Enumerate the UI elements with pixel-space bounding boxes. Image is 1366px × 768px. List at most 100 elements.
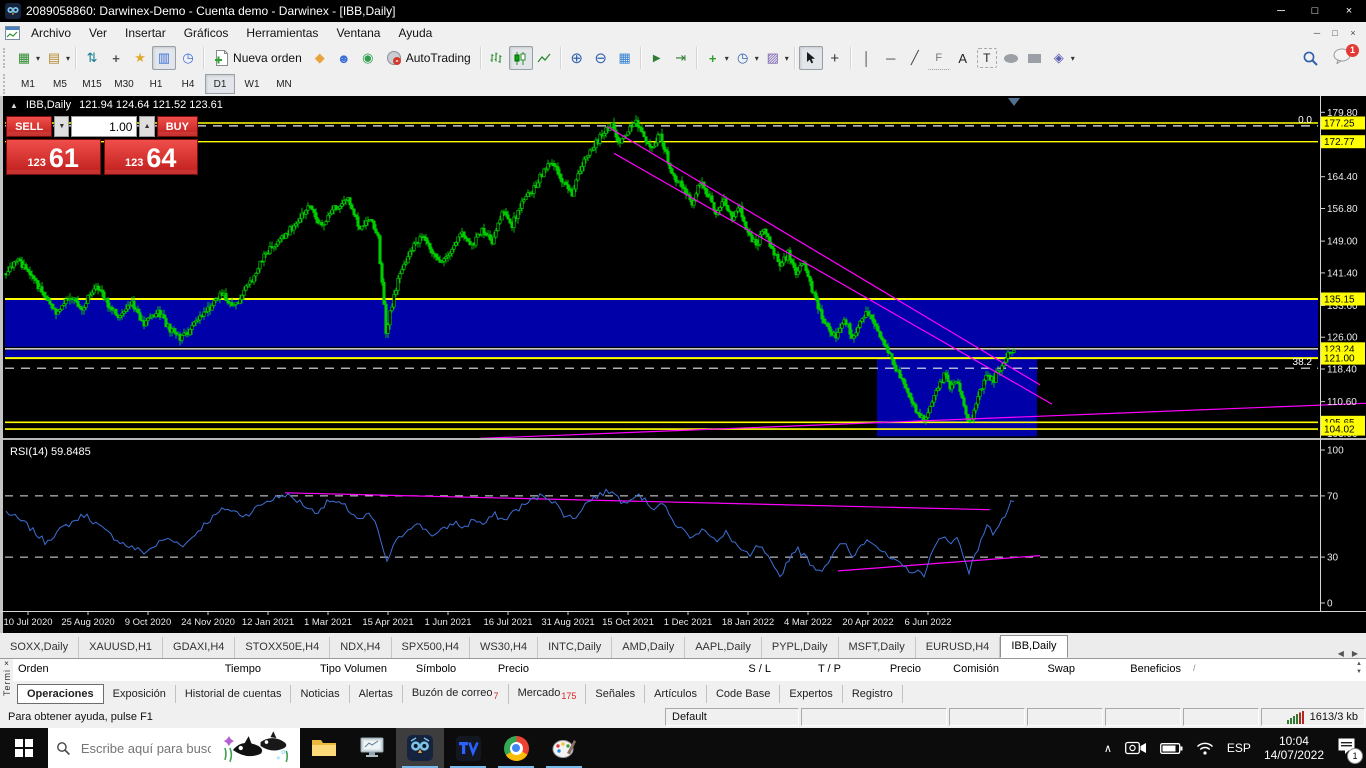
volume-increase-button[interactable]: ▲ <box>139 116 154 137</box>
metaeditor-button[interactable]: ◆ <box>308 46 332 70</box>
symbol-tab-intc[interactable]: INTC,Daily <box>538 637 612 658</box>
chart-canvas[interactable]: 0.038.2179.80164.40156.80149.00141.40133… <box>0 96 1366 633</box>
symbol-tab-spx500[interactable]: SPX500,H4 <box>392 637 470 658</box>
taskbar-paint[interactable] <box>540 728 588 768</box>
bar-chart-button[interactable] <box>485 46 509 70</box>
cursor-tool-button[interactable] <box>799 46 823 70</box>
col-tiempo[interactable]: Tiempo <box>163 663 261 675</box>
crosshair-tool-button[interactable]: + <box>823 46 847 70</box>
tf-m5[interactable]: M5 <box>45 74 75 94</box>
taskbar-file-explorer[interactable] <box>300 728 348 768</box>
symbol-tab-eurusd[interactable]: EURUSD,H4 <box>916 637 1001 658</box>
terminal-scroll-down-icon[interactable]: ▼ <box>1356 668 1362 676</box>
buy-price-button[interactable]: 123 64 <box>104 139 199 175</box>
taskbar-chrome[interactable] <box>492 728 540 768</box>
notification-center-button[interactable]: 1 <box>1337 737 1356 760</box>
tab-noticias[interactable]: Noticias <box>291 685 349 703</box>
tf-w1[interactable]: W1 <box>237 74 267 94</box>
collapse-triangle-icon[interactable]: ▲ <box>10 101 18 110</box>
tf-d1[interactable]: D1 <box>205 74 235 94</box>
tab-exposicion[interactable]: Exposición <box>104 685 176 703</box>
tf-m30[interactable]: M30 <box>109 74 139 94</box>
terminal-close-icon[interactable]: × <box>4 659 9 669</box>
symbol-tab-ws30[interactable]: WS30,H4 <box>470 637 538 658</box>
tab-articulos[interactable]: Artículos <box>645 685 707 703</box>
navigator-button[interactable]: ★ <box>128 46 152 70</box>
col-orden[interactable]: Orden <box>18 663 138 675</box>
tab-senales[interactable]: Señales <box>586 685 645 703</box>
tf-m15[interactable]: M15 <box>77 74 107 94</box>
sell-price-button[interactable]: 123 61 <box>6 139 101 175</box>
tab-buzon[interactable]: Buzón de correo7 <box>403 684 509 704</box>
tray-language[interactable]: ESP <box>1227 741 1251 755</box>
terminal-scroll-up-icon[interactable]: ▲ <box>1356 660 1362 668</box>
auto-scroll-button[interactable]: ▶ <box>645 46 669 70</box>
zoom-out-button[interactable]: ⊖ <box>589 46 613 70</box>
menu-ver[interactable]: Ver <box>80 23 116 43</box>
new-chart-caret-icon[interactable]: ▾ <box>36 54 40 63</box>
tf-h1[interactable]: H1 <box>141 74 171 94</box>
menu-archivo[interactable]: Archivo <box>22 23 80 43</box>
col-precio[interactable]: Precio <box>449 663 529 675</box>
community-chat-button[interactable]: 1 <box>1333 48 1352 69</box>
symbol-tab-msft[interactable]: MSFT,Daily <box>839 637 916 658</box>
arrows-caret-icon[interactable]: ▾ <box>1071 54 1075 63</box>
text-label-tool-button[interactable]: T <box>977 48 997 68</box>
col-precio2[interactable]: Precio <box>849 663 921 675</box>
data-window-button[interactable]: + <box>104 46 128 70</box>
vertical-line-tool-button[interactable]: │ <box>855 46 879 70</box>
tab-operaciones[interactable]: Operaciones <box>17 684 104 704</box>
market-watch-button[interactable]: ⇅ <box>80 46 104 70</box>
col-volumen[interactable]: Volumen <box>321 663 387 675</box>
chart-shift-button[interactable]: ⇥ <box>669 46 693 70</box>
new-order-button[interactable]: Nueva orden <box>208 47 308 69</box>
tray-chevron-icon[interactable]: ∧ <box>1104 742 1112 755</box>
periods-button[interactable]: ◷ <box>731 46 755 70</box>
profiles-caret-icon[interactable]: ▾ <box>66 54 70 63</box>
volume-input[interactable] <box>71 116 137 137</box>
minimize-button[interactable]: ─ <box>1264 0 1298 22</box>
taskbar-search-box[interactable] <box>48 728 300 768</box>
child-restore-button[interactable]: □ <box>1326 28 1344 38</box>
menu-ayuda[interactable]: Ayuda <box>389 23 441 43</box>
col-tp[interactable]: T / P <box>775 663 841 675</box>
zoom-in-button[interactable]: ⊕ <box>565 46 589 70</box>
symbol-tab-aapl[interactable]: AAPL,Daily <box>685 637 762 658</box>
tab-codebase[interactable]: Code Base <box>707 685 780 703</box>
child-close-button[interactable]: × <box>1344 28 1362 38</box>
col-comision[interactable]: Comisión <box>925 663 999 675</box>
symbol-tab-ndx[interactable]: NDX,H4 <box>330 637 391 658</box>
line-chart-button[interactable] <box>533 46 557 70</box>
symbol-tab-stoxx50e[interactable]: STOXX50E,H4 <box>235 637 330 658</box>
symbol-tab-ibb[interactable]: IBB,Daily <box>1000 635 1067 658</box>
new-chart-button[interactable]: ▦ <box>12 46 36 70</box>
sell-button[interactable]: SELL <box>6 116 52 137</box>
chart-area[interactable]: 0.038.2179.80164.40156.80149.00141.40133… <box>0 96 1366 633</box>
symbol-tab-pypl[interactable]: PYPL,Daily <box>762 637 839 658</box>
candlestick-chart-button[interactable] <box>509 46 533 70</box>
col-beneficios[interactable]: Beneficios <box>1091 663 1181 675</box>
tab-mercado[interactable]: Mercado175 <box>509 684 587 704</box>
symbol-tab-soxx[interactable]: SOXX,Daily <box>0 637 79 658</box>
profiles-button[interactable]: ▤ <box>42 46 66 70</box>
maximize-button[interactable]: □ <box>1298 0 1332 22</box>
tab-registro[interactable]: Registro <box>843 685 903 703</box>
tile-windows-button[interactable]: ▦ <box>613 46 637 70</box>
buy-button[interactable]: BUY <box>157 116 198 137</box>
tab-historial[interactable]: Historial de cuentas <box>176 685 292 703</box>
expert-advisors-button[interactable]: ☻ <box>332 46 356 70</box>
ellipse-tool-button[interactable] <box>999 46 1023 70</box>
search-icon[interactable] <box>1302 50 1319 67</box>
meet-now-camera-icon[interactable] <box>1125 741 1147 755</box>
symbol-tabs-prev-icon[interactable]: ◀ <box>1338 649 1344 658</box>
menu-herramientas[interactable]: Herramientas <box>237 23 327 43</box>
indicators-button[interactable]: + <box>701 46 725 70</box>
start-button[interactable] <box>0 728 48 768</box>
templates-caret-icon[interactable]: ▾ <box>785 54 789 63</box>
battery-icon[interactable] <box>1160 742 1183 755</box>
autotrading-button[interactable]: AutoTrading <box>380 47 477 69</box>
col-swap[interactable]: Swap <box>1003 663 1075 675</box>
tray-clock[interactable]: 10:04 14/07/2022 <box>1264 734 1324 762</box>
wifi-icon[interactable] <box>1196 742 1214 755</box>
symbol-tabs-next-icon[interactable]: ▶ <box>1352 649 1358 658</box>
